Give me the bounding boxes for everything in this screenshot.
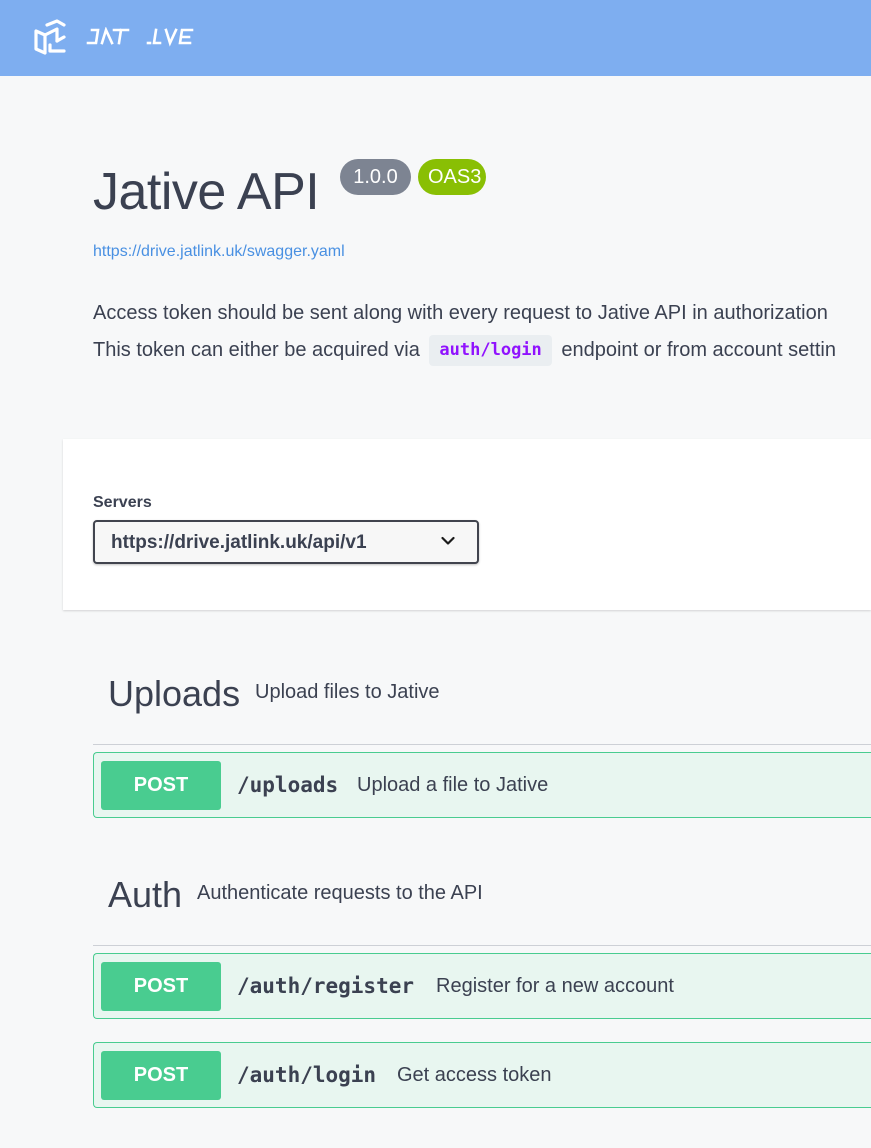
server-select[interactable]: https://drive.jatlink.uk/api/v1 (93, 520, 479, 564)
jative-wordmark-logo (86, 27, 194, 47)
operation-path: /uploads (237, 773, 339, 797)
operation-post-auth-login[interactable]: POST /auth/login Get access token (93, 1042, 871, 1108)
auth-login-code: auth/login (429, 335, 552, 366)
description-line-1: Access token should be sent along with e… (93, 302, 828, 324)
top-bar (0, 0, 871, 76)
operation-summary: Register for a new account (436, 975, 674, 997)
operation-post-uploads[interactable]: POST /uploads Upload a file to Jative (93, 752, 871, 818)
oas-badge: OAS3 (418, 159, 486, 195)
description-text-after: endpoint or from account settin (561, 339, 836, 361)
operation-summary: Get access token (397, 1064, 552, 1086)
chevron-down-icon (441, 536, 455, 545)
method-badge: POST (101, 1051, 221, 1100)
method-badge: POST (101, 962, 221, 1011)
tag-name: Uploads (108, 673, 241, 714)
operation-path: /auth/register (237, 974, 415, 998)
page-title: Jative API (93, 163, 320, 221)
version-badge: 1.0.0 (340, 159, 411, 195)
tag-description: Authenticate requests to the API (197, 882, 483, 904)
operation-summary: Upload a file to Jative (357, 774, 549, 796)
jative-logo-icon[interactable] (33, 19, 67, 55)
tag-name: Auth (108, 874, 183, 915)
server-select-value: https://drive.jatlink.uk/api/v1 (111, 532, 367, 553)
method-badge: POST (101, 761, 221, 810)
description-line-2: This token can either be acquired via au… (93, 335, 836, 366)
description-text-before: This token can either be acquired via (93, 339, 420, 361)
servers-label: Servers (93, 494, 152, 511)
spec-url-link[interactable]: https://drive.jatlink.uk/swagger.yaml (93, 243, 345, 261)
tag-header-auth[interactable]: Auth Authenticate requests to the API (93, 874, 871, 946)
tag-description: Upload files to Jative (255, 681, 440, 703)
tag-header-uploads[interactable]: Uploads Upload files to Jative (93, 673, 871, 745)
operation-path: /auth/login (237, 1063, 377, 1087)
servers-card: Servers https://drive.jatlink.uk/api/v1 (63, 439, 871, 610)
operation-post-auth-register[interactable]: POST /auth/register Register for a new a… (93, 953, 871, 1019)
